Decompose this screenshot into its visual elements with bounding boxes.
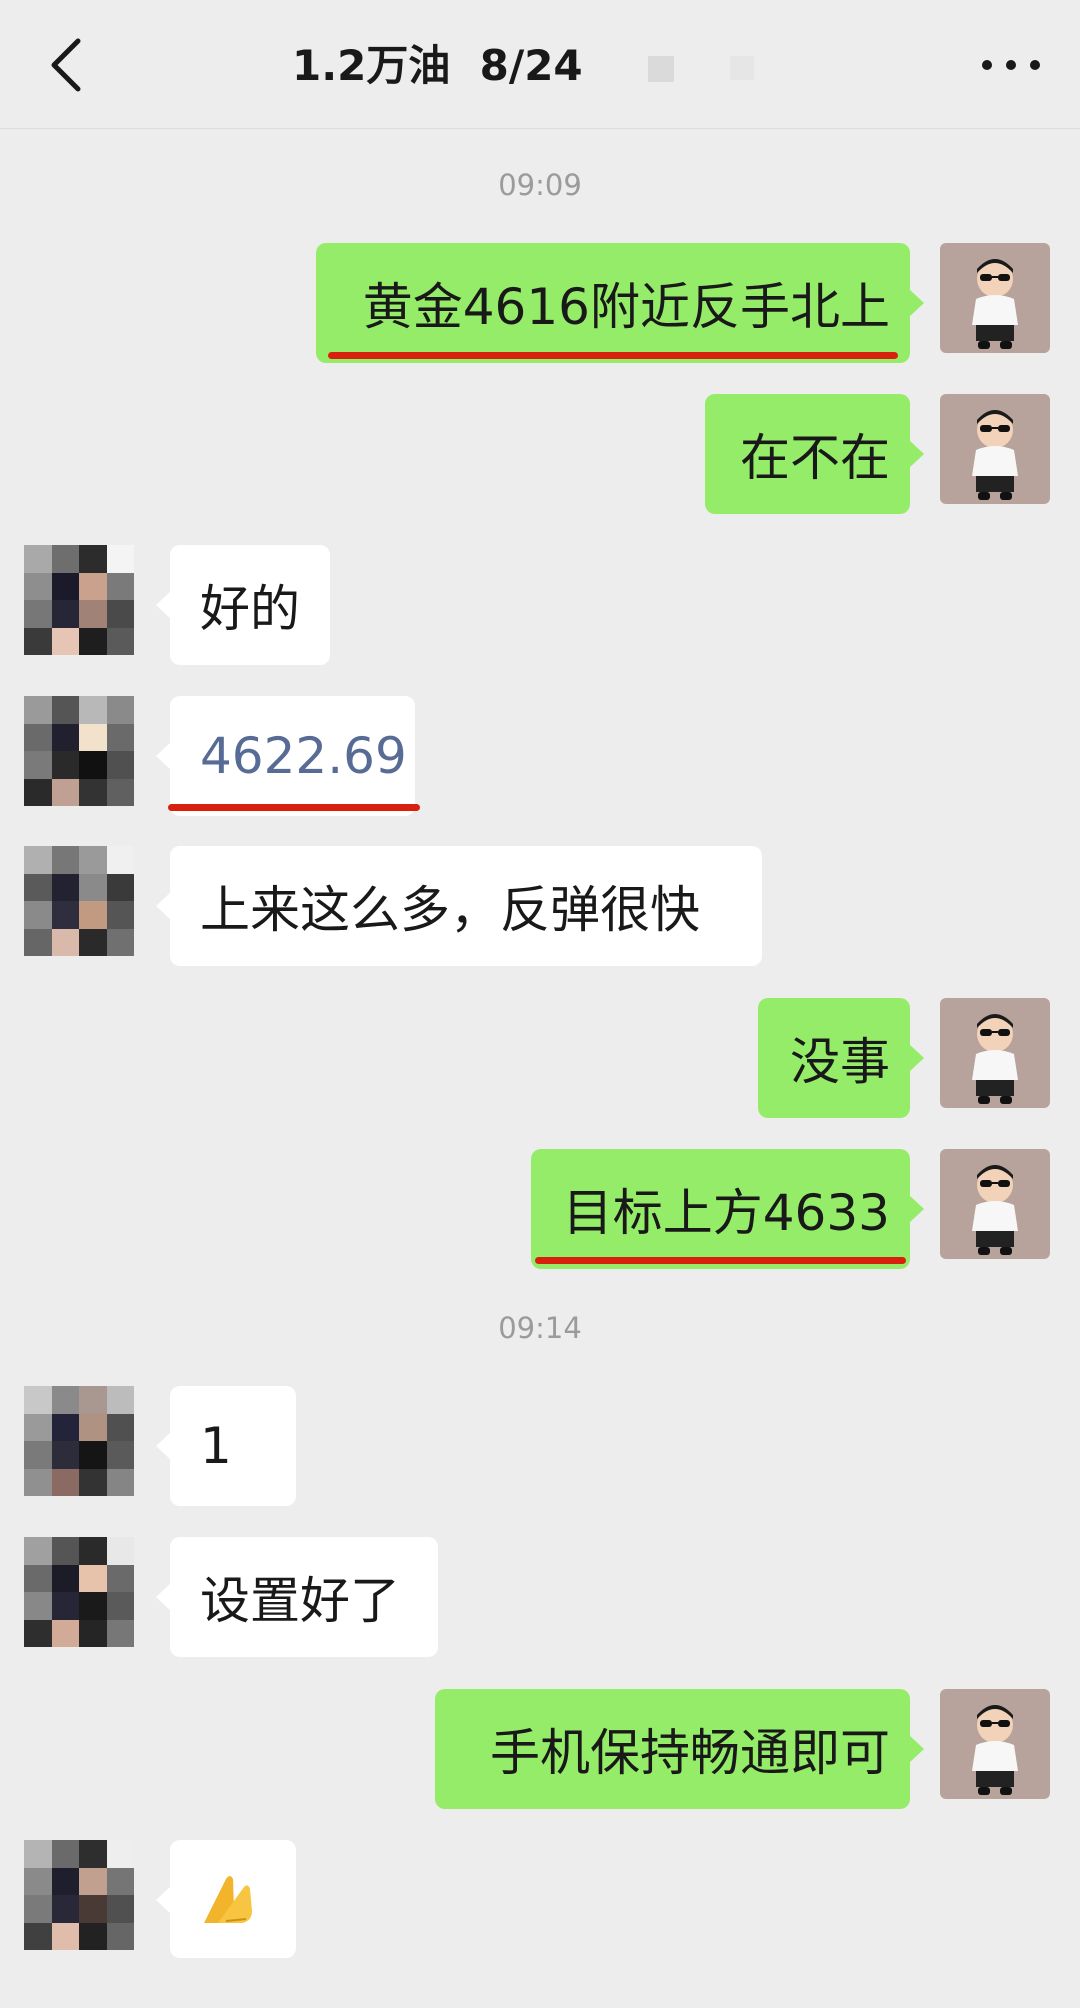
highlight-underline [328, 352, 898, 359]
chat-title: 1.2万油 8/24 [292, 41, 583, 90]
cartoon-boy-avatar-icon [972, 1705, 1018, 1795]
received-message-bubble[interactable]: 设置好了 [156, 1537, 438, 1657]
my-avatar[interactable] [940, 394, 1050, 504]
message-text: 目标上方4633 [562, 1184, 890, 1242]
received-message-bubble[interactable] [156, 1840, 296, 1958]
contact-avatar[interactable] [24, 545, 134, 655]
message-text: 1 [200, 1417, 232, 1475]
cartoon-boy-avatar-icon [972, 410, 1018, 500]
my-avatar[interactable] [940, 998, 1050, 1108]
my-avatar[interactable] [940, 1689, 1050, 1799]
received-message-bubble[interactable]: 1 [156, 1386, 296, 1506]
sent-message-bubble[interactable]: 在不在 [705, 394, 924, 514]
received-message-bubble[interactable]: 上来这么多，反弹很快 [156, 846, 762, 966]
contact-avatar[interactable] [24, 1840, 134, 1950]
contact-avatar[interactable] [24, 696, 134, 806]
timestamp-partial [0, 1996, 1080, 2008]
timestamp: 09:14 [498, 1311, 582, 1345]
sent-message-bubble[interactable]: 手机保持畅通即可 [435, 1689, 924, 1809]
cartoon-boy-avatar-icon [972, 1014, 1018, 1104]
cartoon-boy-avatar-icon [972, 259, 1018, 349]
more-options-button[interactable] [976, 40, 1046, 90]
contact-avatar[interactable] [24, 1386, 134, 1496]
redacted-block [648, 56, 674, 82]
message-text: 上来这么多，反弹很快 [200, 881, 700, 939]
sent-message-bubble[interactable]: 黄金4616附近反手北上 [316, 243, 924, 363]
more-dots-icon [982, 60, 1040, 70]
back-button[interactable] [38, 30, 94, 100]
sent-message-bubble[interactable]: 目标上方4633 [531, 1149, 924, 1269]
contact-avatar[interactable] [24, 846, 134, 956]
highlight-underline [535, 1257, 906, 1264]
timestamp: 09:09 [498, 168, 582, 202]
message-text: 在不在 [740, 429, 890, 487]
contact-avatar[interactable] [24, 1537, 134, 1647]
chat-header: 1.2万油 8/24 [0, 0, 1080, 129]
message-text[interactable]: 4622.69 [200, 727, 407, 785]
chevron-left-icon [51, 38, 81, 92]
message-text: 设置好了 [200, 1572, 400, 1630]
redacted-block [730, 56, 754, 80]
highlight-underline [168, 804, 420, 811]
message-text: 黄金4616附近反手北上 [362, 278, 890, 336]
message-text: 手机保持畅通即可 [490, 1724, 890, 1782]
received-message-bubble[interactable]: 4622.69 [156, 696, 415, 816]
sent-message-bubble[interactable]: 没事 [758, 998, 924, 1118]
praying-hands-emoji-icon [204, 1876, 252, 1923]
cartoon-boy-avatar-icon [972, 1165, 1018, 1255]
my-avatar[interactable] [940, 1149, 1050, 1259]
message-text: 好的 [200, 580, 300, 638]
my-avatar[interactable] [940, 243, 1050, 353]
message-text: 没事 [790, 1033, 890, 1091]
received-message-bubble[interactable]: 好的 [156, 545, 330, 665]
